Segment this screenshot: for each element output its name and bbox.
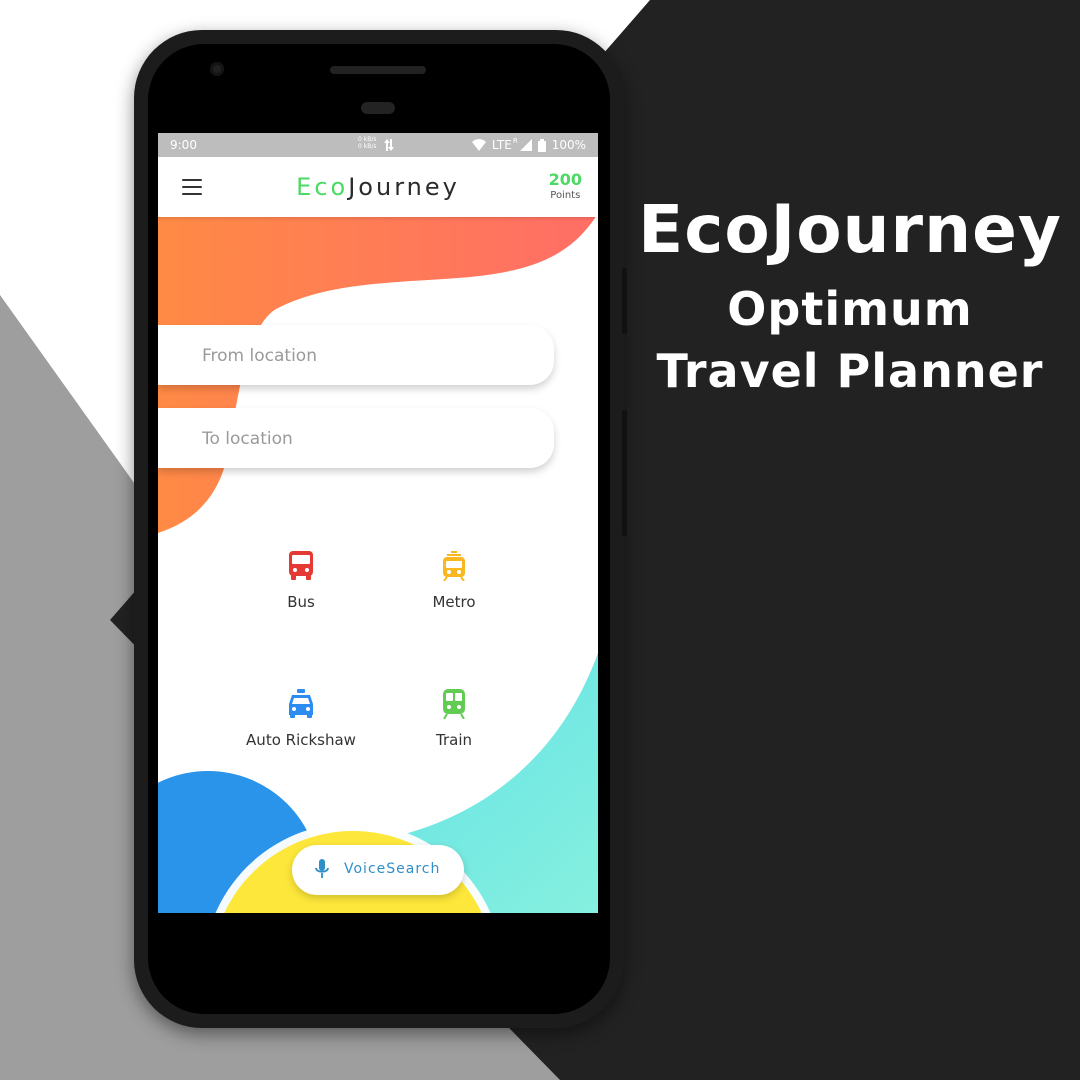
mode-auto-rickshaw-label: Auto Rickshaw xyxy=(246,731,356,749)
mode-bus[interactable]: Bus xyxy=(221,551,381,611)
earpiece-speaker xyxy=(330,66,426,74)
to-location-input[interactable] xyxy=(200,424,524,454)
app-bar: EcoJourney 200 Points xyxy=(158,157,598,217)
promo-subtitle-line1: Optimum xyxy=(727,282,973,336)
status-bar: 9:00 0 kB/s 0 kB/s LTE R 100% xyxy=(158,133,598,157)
voice-search-button[interactable]: VoiceSearch xyxy=(292,845,464,895)
mode-bus-label: Bus xyxy=(287,593,315,611)
from-location-input[interactable] xyxy=(200,341,524,371)
points-value: 200 xyxy=(548,170,582,189)
promo-subtitle-line2: Travel Planner xyxy=(656,344,1044,398)
data-arrows-icon xyxy=(384,139,394,151)
promo-text: EcoJourney Optimum Travel Planner xyxy=(620,188,1080,402)
mode-metro-label: Metro xyxy=(432,593,476,611)
mode-auto-rickshaw[interactable]: Auto Rickshaw xyxy=(221,689,381,749)
to-location-card xyxy=(158,408,554,468)
mode-train[interactable]: Train xyxy=(374,689,534,749)
tram-icon xyxy=(443,551,465,581)
network-speed: 0 kB/s 0 kB/s xyxy=(358,136,376,150)
logo-journey: Journey xyxy=(348,173,460,201)
battery-level: 100% xyxy=(551,138,586,152)
signal-icon xyxy=(519,139,532,151)
net-down-speed: 0 kB/s xyxy=(358,143,377,150)
status-right: LTE R 100% xyxy=(471,137,586,152)
mode-train-label: Train xyxy=(436,731,472,749)
app-screen: 9:00 0 kB/s 0 kB/s LTE R 100% EcoJourney… xyxy=(158,133,598,913)
points-badge[interactable]: 200 Points xyxy=(549,171,582,203)
network-type: LTE xyxy=(491,138,512,152)
net-up-speed: 0 kB/s xyxy=(358,136,377,143)
points-label: Points xyxy=(550,190,581,201)
roaming-indicator: R xyxy=(512,137,518,145)
wifi-icon xyxy=(471,139,486,151)
train-icon xyxy=(443,689,465,719)
taxi-icon xyxy=(289,689,313,718)
from-location-card xyxy=(158,325,554,385)
bus-icon xyxy=(289,551,313,580)
microphone-icon xyxy=(315,859,329,878)
decorative-blobs xyxy=(158,213,598,913)
voice-search-label: VoiceSearch xyxy=(344,861,441,877)
battery-icon xyxy=(537,138,546,152)
mode-metro[interactable]: Metro xyxy=(374,551,534,611)
proximity-sensor xyxy=(361,102,395,114)
promo-title: EcoJourney xyxy=(638,191,1062,268)
front-camera xyxy=(210,62,224,76)
volume-button xyxy=(622,410,627,536)
logo-eco: Eco xyxy=(296,173,349,201)
power-button xyxy=(622,268,627,334)
status-time: 9:00 xyxy=(170,138,197,152)
app-logo: EcoJourney xyxy=(158,173,598,201)
